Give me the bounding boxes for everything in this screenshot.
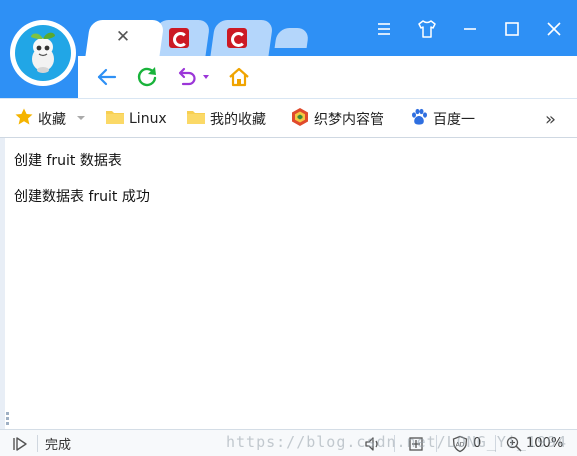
- menu-icon[interactable]: [373, 18, 395, 40]
- bookmark-label: 我的收藏: [210, 112, 266, 128]
- minimize-icon[interactable]: [459, 18, 481, 40]
- baidu-paw-icon: [409, 107, 429, 131]
- bookmark-my-favorites[interactable]: 我的收藏: [186, 99, 266, 139]
- bookmark-dedecms[interactable]: 织梦内容管: [290, 99, 384, 139]
- bookmarks-bar: 收藏 Linux 我的收藏 织梦内容管 百度一 »: [0, 98, 577, 138]
- navigation-toolbar: [78, 56, 577, 98]
- undo-icon[interactable]: [174, 64, 200, 90]
- content-line: 创建 fruit 数据表: [14, 153, 122, 169]
- bookmarks-more-button[interactable]: »: [545, 99, 556, 139]
- folder-icon: [105, 108, 125, 130]
- refresh-icon[interactable]: [134, 64, 160, 90]
- new-tab-button[interactable]: [274, 28, 310, 48]
- page-content: 创建 fruit 数据表 创建数据表 fruit 成功: [0, 138, 577, 429]
- csdn-favicon-icon: [227, 28, 247, 48]
- play-icon[interactable]: [11, 430, 29, 456]
- sidebar-resize-handle[interactable]: [5, 410, 10, 430]
- bookmark-linux[interactable]: Linux: [105, 99, 167, 139]
- folder-icon: [186, 108, 206, 130]
- home-icon[interactable]: [226, 64, 252, 90]
- bookmark-baidu[interactable]: 百度一: [409, 99, 475, 139]
- status-text: 完成: [45, 438, 72, 453]
- undo-dropdown-icon[interactable]: [200, 64, 212, 90]
- csdn-favicon-icon: [169, 28, 189, 48]
- favorites-menu[interactable]: 收藏: [14, 99, 90, 139]
- close-tab-icon[interactable]: ✕: [112, 26, 134, 48]
- dedecms-icon: [290, 107, 310, 131]
- sprout-mascot-icon: [31, 32, 55, 73]
- browser-logo[interactable]: [10, 20, 76, 86]
- close-window-icon[interactable]: [543, 18, 565, 40]
- divider: [37, 435, 38, 452]
- bookmark-label: Linux: [129, 111, 167, 127]
- favorites-label: 收藏: [38, 112, 66, 128]
- back-arrow-icon[interactable]: [94, 64, 120, 90]
- bookmark-label: 百度一: [433, 112, 475, 128]
- bookmark-label: 织梦内容管: [314, 112, 384, 128]
- skin-shirt-icon[interactable]: [416, 18, 438, 40]
- maximize-icon[interactable]: [501, 18, 523, 40]
- content-line: 创建数据表 fruit 成功: [14, 189, 150, 205]
- chevron-down-icon: [76, 111, 86, 127]
- star-icon: [14, 107, 34, 131]
- watermark: https://blog.csdn.net/LONG_Yi_1994: [226, 433, 568, 451]
